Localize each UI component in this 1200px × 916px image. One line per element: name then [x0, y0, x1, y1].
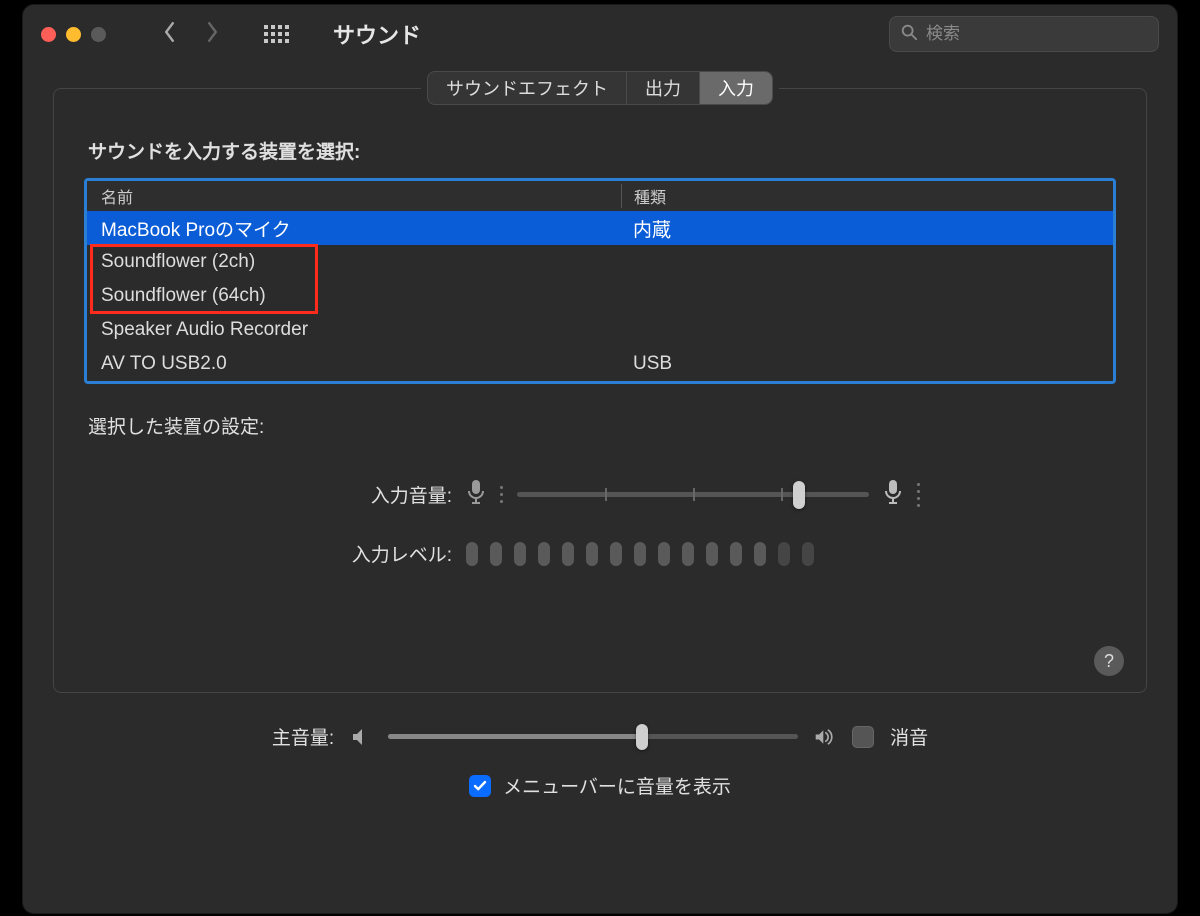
- close-button[interactable]: [41, 27, 56, 42]
- footer: 主音量: 消音 メニューバーに音量を表示: [53, 693, 1147, 799]
- input-volume-knob[interactable]: [793, 481, 805, 509]
- input-volume-label: 入力音量:: [54, 481, 452, 508]
- menubar-checkbox[interactable]: [469, 775, 491, 797]
- search-icon: [900, 23, 918, 46]
- device-type: 内蔵: [621, 215, 1099, 242]
- device-name: Soundflower (64ch): [101, 285, 621, 307]
- show-all-button[interactable]: [264, 25, 289, 43]
- input-level-label: 入力レベル:: [54, 540, 452, 567]
- search-input[interactable]: [926, 24, 1148, 44]
- device-name: MacBook Proのマイク: [101, 215, 621, 242]
- back-button[interactable]: [162, 21, 177, 48]
- mic-high-icon: [883, 479, 903, 510]
- device-row[interactable]: AV TO USB2.0USB: [87, 347, 1113, 381]
- tabs-wrap: サウンドエフェクト出力入力: [54, 71, 1146, 105]
- sound-pref-window: サウンド サウンドエフェクト出力入力 サウンドを入力する装置を選択: 名前 種類…: [22, 4, 1178, 914]
- tab-1[interactable]: 出力: [627, 72, 700, 104]
- col-name: 名前: [101, 184, 621, 208]
- table-header: 名前 種類: [87, 181, 1113, 211]
- mic-low-icon: [466, 479, 486, 510]
- menubar-label: メニューバーに音量を表示: [503, 772, 731, 799]
- device-row[interactable]: MacBook Proのマイク内蔵: [87, 211, 1113, 245]
- nav-arrows: [162, 21, 220, 48]
- device-row[interactable]: Speaker Audio Recorder: [87, 313, 1113, 347]
- window-controls: [41, 27, 106, 42]
- zoom-button[interactable]: [91, 27, 106, 42]
- device-settings-label: 選択した装置の設定:: [88, 412, 1146, 439]
- mic-high-dots: [917, 483, 920, 507]
- main-volume-label: 主音量:: [272, 723, 334, 750]
- speaker-low-icon: [350, 726, 372, 748]
- device-name: Soundflower (2ch): [101, 251, 621, 273]
- col-type: 種類: [621, 184, 1099, 208]
- device-row[interactable]: Soundflower (2ch): [87, 245, 1113, 279]
- menubar-row: メニューバーに音量を表示: [53, 772, 1147, 799]
- device-table: 名前 種類 MacBook Proのマイク内蔵Soundflower (2ch)…: [84, 178, 1116, 384]
- tab-segmented: サウンドエフェクト出力入力: [427, 71, 773, 105]
- search-field[interactable]: [889, 16, 1159, 52]
- titlebar: サウンド: [23, 5, 1177, 63]
- tab-0[interactable]: サウンドエフェクト: [428, 72, 627, 104]
- mute-checkbox[interactable]: [852, 726, 874, 748]
- main-volume-knob[interactable]: [636, 724, 648, 750]
- help-button[interactable]: ?: [1094, 646, 1124, 676]
- device-select-label: サウンドを入力する装置を選択:: [88, 137, 1146, 164]
- tab-2[interactable]: 入力: [700, 72, 772, 104]
- input-level-row: 入力レベル:: [54, 540, 1146, 567]
- minimize-button[interactable]: [66, 27, 81, 42]
- content: サウンドエフェクト出力入力 サウンドを入力する装置を選択: 名前 種類 MacB…: [23, 63, 1177, 913]
- window-title: サウンド: [333, 18, 421, 50]
- speaker-high-icon: [814, 726, 836, 748]
- device-row[interactable]: Soundflower (64ch): [87, 279, 1113, 313]
- input-level-meter: [466, 542, 814, 566]
- device-name: Speaker Audio Recorder: [101, 319, 621, 341]
- main-volume-slider[interactable]: [388, 734, 798, 739]
- main-volume-row: 主音量: 消音: [53, 723, 1147, 750]
- mic-low-dots: [500, 486, 503, 503]
- input-volume-row: 入力音量:: [54, 479, 1146, 510]
- forward-button[interactable]: [205, 21, 220, 48]
- main-panel: サウンドエフェクト出力入力 サウンドを入力する装置を選択: 名前 種類 MacB…: [53, 88, 1147, 693]
- device-name: AV TO USB2.0: [101, 353, 621, 375]
- input-volume-slider[interactable]: [517, 492, 869, 497]
- table-body: MacBook Proのマイク内蔵Soundflower (2ch)Soundf…: [87, 211, 1113, 381]
- mute-label: 消音: [890, 723, 928, 750]
- device-type: USB: [621, 353, 1099, 375]
